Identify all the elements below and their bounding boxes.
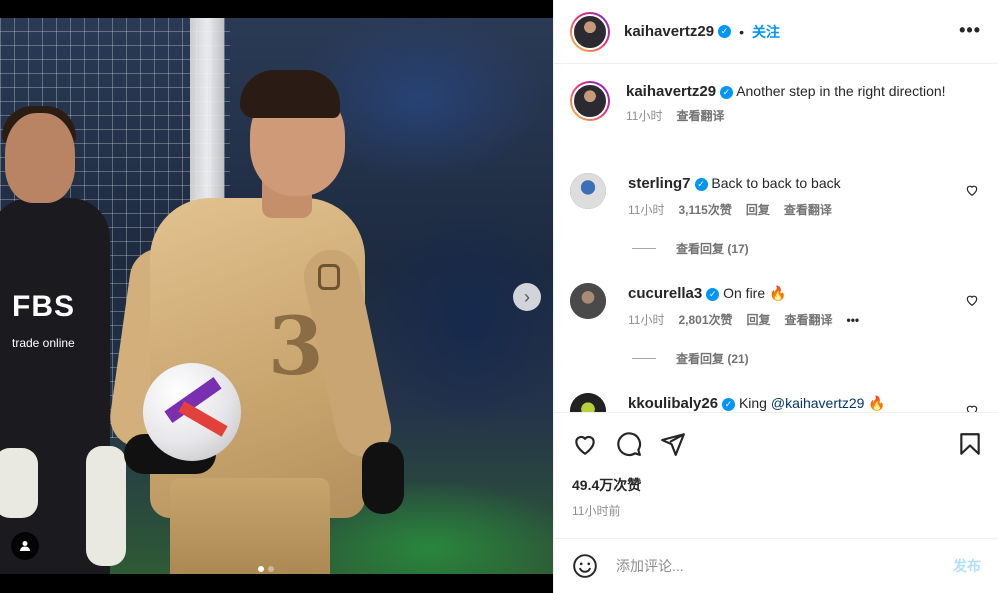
comment-more-options-icon[interactable]: •••: [847, 310, 860, 330]
commenter-avatar-image: [570, 173, 606, 209]
replies-divider: [632, 248, 656, 249]
share-icon[interactable]: [660, 431, 686, 457]
instagram-post-viewer: FBS trade online 3 › kaihavertz29 ✓ • 关注…: [0, 0, 998, 593]
match-ball: [143, 363, 241, 461]
like-count[interactable]: 49.4万次赞: [572, 475, 641, 495]
comment-row: cucurella3 ✓ On fire 🔥 11小时 2,801次赞 回复 查看…: [570, 283, 985, 330]
comment-translate-link[interactable]: 查看翻译: [785, 310, 833, 330]
goalkeeper-head: [5, 113, 75, 203]
post-comment-button[interactable]: 发布: [953, 556, 981, 576]
comment-text-prefix: King: [738, 395, 771, 411]
header-separator: •: [739, 23, 744, 40]
shirt-sponsor-number: 3: [268, 299, 324, 393]
caption-author-avatar[interactable]: [570, 81, 610, 121]
comment-like-count[interactable]: 3,115次赞: [678, 200, 731, 220]
caption-row: kaihavertz29 ✓ Another step in the right …: [570, 81, 985, 126]
view-replies-label[interactable]: 查看回复 (21): [676, 350, 749, 367]
caption-meta: 11小时 查看翻译: [626, 106, 985, 126]
verified-badge-icon: ✓: [706, 287, 720, 301]
comment-mention-link[interactable]: @kaihavertz29: [771, 395, 865, 411]
comment-username[interactable]: sterling7: [628, 175, 691, 192]
comment-content: cucurella3 ✓ On fire 🔥 11小时 2,801次赞 回复 查看…: [628, 283, 985, 330]
comment-composer: 发布: [554, 538, 998, 593]
post-timestamp[interactable]: 11小时前: [572, 502, 620, 519]
replies-divider: [632, 358, 656, 359]
heart-icon[interactable]: [572, 431, 598, 457]
comments-list[interactable]: kaihavertz29 ✓ Another step in the right …: [554, 65, 998, 412]
comment-text: On fire 🔥: [723, 285, 787, 301]
comment-like-count[interactable]: 2,801次赞: [678, 310, 732, 330]
heart-icon[interactable]: [965, 183, 979, 197]
player-shorts: [170, 478, 330, 574]
comment-time[interactable]: 11小时: [628, 200, 664, 220]
media-area: FBS trade online 3 ›: [0, 0, 553, 593]
heart-icon[interactable]: [965, 403, 979, 412]
goalkeeper-glove-right: [86, 446, 126, 566]
player-hair: [240, 70, 340, 118]
commenter-avatar[interactable]: [570, 393, 606, 412]
verified-badge-icon: ✓: [694, 177, 708, 191]
verified-badge-icon: ✓: [720, 85, 734, 99]
comment-row: kkoulibaly26 ✓ King @kaihavertz29 🔥: [570, 393, 985, 412]
goalkeeper-glove-left: [0, 448, 38, 518]
carousel-dot-active: [258, 566, 264, 572]
comment-meta: 11小时 2,801次赞 回复 查看翻译 •••: [628, 310, 985, 330]
club-crest: [318, 264, 340, 290]
comment-reply-button[interactable]: 回复: [746, 200, 770, 220]
player-glove-right: [362, 442, 404, 514]
caption-translate-link[interactable]: 查看翻译: [676, 106, 724, 126]
post-sidebar: kaihavertz29 ✓ • 关注 ••• kaihavertz29 ✓ An…: [553, 0, 998, 593]
comment-translate-link[interactable]: 查看翻译: [784, 200, 832, 220]
caption-text: Another step in the right direction!: [736, 83, 946, 99]
comment-meta: 11小时 3,115次赞 回复 查看翻译: [628, 200, 985, 220]
view-replies-button[interactable]: 查看回复 (21): [632, 350, 749, 367]
heart-icon[interactable]: [965, 293, 979, 307]
sponsor-logo: FBS: [12, 290, 75, 323]
comment-content: sterling7 ✓ Back to back to back 11小时 3,1…: [628, 173, 985, 220]
commenter-avatar-image: [570, 393, 606, 412]
comment-icon[interactable]: [616, 431, 642, 457]
caption-time[interactable]: 11小时: [626, 106, 662, 126]
comment-username[interactable]: cucurella3: [628, 285, 702, 302]
comment-row: sterling7 ✓ Back to back to back 11小时 3,1…: [570, 173, 985, 220]
post-actions: [554, 412, 998, 474]
follow-button[interactable]: 关注: [752, 22, 780, 42]
comment-content: kkoulibaly26 ✓ King @kaihavertz29 🔥: [628, 393, 985, 412]
caption-avatar-image: [572, 83, 608, 119]
verified-badge-icon: ✓: [718, 25, 732, 38]
post-header: kaihavertz29 ✓ • 关注 •••: [554, 0, 998, 64]
commenter-avatar[interactable]: [570, 173, 606, 209]
sponsor-subtext: trade online: [12, 336, 75, 350]
caption-username[interactable]: kaihavertz29: [626, 83, 716, 100]
verified-badge-icon: ✓: [722, 397, 736, 411]
comment-text-suffix: 🔥: [864, 395, 886, 411]
comment-input[interactable]: [616, 558, 916, 574]
more-options-icon[interactable]: •••: [959, 20, 981, 41]
author-username[interactable]: kaihavertz29: [624, 23, 714, 40]
comment-text: Back to back to back: [711, 175, 841, 191]
caption-content: kaihavertz29 ✓ Another step in the right …: [626, 81, 985, 126]
user-tag-icon: [20, 541, 30, 551]
tagged-users-button[interactable]: [11, 532, 39, 560]
post-photo[interactable]: FBS trade online 3: [0, 18, 553, 574]
view-replies-button[interactable]: 查看回复 (17): [632, 240, 749, 257]
next-image-button[interactable]: ›: [513, 283, 541, 311]
carousel-dot: [268, 566, 274, 572]
comment-reply-button[interactable]: 回复: [747, 310, 771, 330]
emoji-icon[interactable]: [572, 553, 598, 579]
commenter-avatar-image: [570, 283, 606, 319]
comment-username[interactable]: kkoulibaly26: [628, 395, 718, 412]
comment-time[interactable]: 11小时: [628, 310, 664, 330]
carousel-dots: [258, 566, 274, 572]
author-avatar[interactable]: [570, 11, 610, 52]
commenter-avatar[interactable]: [570, 283, 606, 319]
bookmark-icon[interactable]: [957, 431, 983, 457]
view-replies-label[interactable]: 查看回复 (17): [676, 240, 749, 257]
author-avatar-image: [572, 13, 608, 50]
chevron-right-icon: ›: [524, 287, 530, 307]
